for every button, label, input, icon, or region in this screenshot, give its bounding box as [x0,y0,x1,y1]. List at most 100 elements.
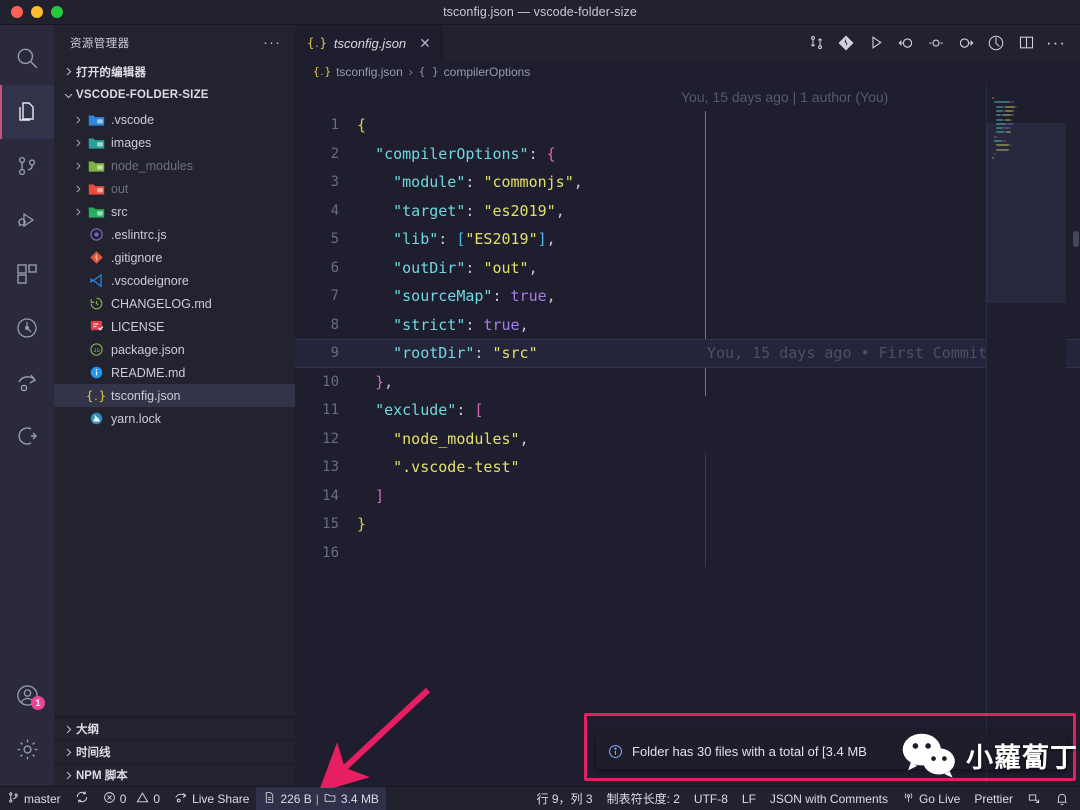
status-folder-size[interactable]: 226 B | 3.4 MB [256,786,386,810]
activity-remote-explorer-icon[interactable] [0,409,54,463]
panel-npm-scripts[interactable]: NPM 脚本 [54,763,295,786]
git-diamond-icon[interactable] [832,25,860,60]
activity-search-icon[interactable] [0,31,54,85]
tree-item-license[interactable]: LICENSE [54,315,295,338]
code-line[interactable]: 9 "rootDir": "src" You, 15 days ago • Fir… [295,339,1080,368]
tree-item-src[interactable]: src [54,200,295,223]
ellipsis-icon[interactable]: ··· [1042,25,1070,60]
status-go-live-label: Go Live [918,791,961,806]
explorer-sidebar: 资源管理器 ··· 打开的编辑器 VSCODE-FOLDER-SIZE .vsc… [54,25,295,786]
panel-outline-label: 大纲 [76,724,99,736]
status-sync-changes[interactable] [68,787,96,810]
panel-outline[interactable]: 大纲 [54,717,295,740]
editor-vertical-scrollbar[interactable] [1066,83,1080,786]
code-line[interactable]: 14 ] [295,482,1080,511]
minimap-line [995,105,1004,108]
status-remote-branch[interactable]: master [0,787,68,810]
tab-tsconfig-json[interactable]: {.} tsconfig.json ✕ [295,25,442,60]
status-notifications-bell-icon[interactable] [1048,787,1080,810]
status-screencast-icon[interactable] [1020,787,1048,810]
code-line[interactable]: 3 "module": "commonjs", [295,168,1080,197]
arrow-circle-left-icon[interactable] [892,25,920,60]
code-line[interactable]: 12 "node_modules", [295,425,1080,454]
code-line[interactable]: 6 "outDir": "out", [295,254,1080,283]
status-language-mode[interactable]: JSON with Comments [763,787,895,810]
minimize-window-button[interactable] [31,6,43,18]
sidebar-title: 资源管理器 [70,37,130,50]
tree-item-gitignore[interactable]: .gitignore [54,246,295,269]
status-indentation-label: 制表符长度: 2 [606,792,680,806]
code-line[interactable]: 15} [295,510,1080,539]
panel-npm-scripts-label: NPM 脚本 [76,770,128,782]
tree-item-label: .vscodeignore [111,273,189,288]
line-number: 2 [330,145,339,162]
breadcrumb-file[interactable]: {.} tsconfig.json [313,65,403,79]
panel-timeline[interactable]: 时间线 [54,740,295,763]
tree-item-yarn-lock[interactable]: yarn.lock [54,407,295,430]
arrow-circle-right-icon[interactable] [952,25,980,60]
tree-item-package-json[interactable]: JS package.json [54,338,295,361]
sidebar-section-open-editors[interactable]: 打开的编辑器 [54,60,295,83]
breadcrumb-symbol[interactable]: { } compilerOptions [419,65,531,79]
line-number: 10 [322,373,339,390]
code-text: { [357,116,367,134]
status-bar: master 0 0 Live Share 226 B | 3.4 MB 行 9… [0,786,1080,810]
window-controls[interactable] [0,6,63,18]
minimap-slider[interactable] [986,123,1066,303]
code-text: } [357,515,367,533]
tab-close-icon[interactable]: ✕ [419,35,431,52]
activity-live-share-icon[interactable] [0,355,54,409]
status-eol[interactable]: LF [735,787,763,810]
sidebar-section-workspace-folder[interactable]: VSCODE-FOLDER-SIZE [54,83,295,107]
activity-test-icon[interactable] [0,301,54,355]
split-editor-icon[interactable] [1012,25,1040,60]
code-line[interactable]: 4 "target": "es2019", [295,197,1080,226]
tree-item-images[interactable]: images [54,131,295,154]
tree-item-vscodeignore[interactable]: .vscodeignore [54,269,295,292]
tree-item-label: images [111,135,152,150]
compare-changes-icon[interactable] [802,25,830,60]
sidebar-more-actions-icon[interactable]: ··· [253,34,291,51]
code-line[interactable]: 8 "strict": true, [295,311,1080,340]
clock-circle-icon[interactable] [982,25,1010,60]
tree-item-node-modules[interactable]: node_modules [54,154,295,177]
play-icon[interactable] [862,25,890,60]
status-problems[interactable]: 0 0 [96,787,167,810]
circle-dash-icon[interactable] [922,25,950,60]
activity-settings-gear-icon[interactable] [0,722,54,776]
status-encoding[interactable]: UTF-8 [687,787,735,810]
activity-run-debug-icon[interactable] [0,193,54,247]
code-editor[interactable]: You, 15 days ago | 1 author (You) 1{2 "c… [295,83,1080,786]
tree-item-tsconfig-json[interactable]: {.} tsconfig.json [54,384,295,407]
code-line[interactable]: 7 "sourceMap": true, [295,282,1080,311]
status-live-share-label: Live Share [192,791,250,806]
close-window-button[interactable] [11,6,23,18]
wechat-icon [902,733,955,778]
activity-explorer-icon[interactable] [0,85,54,139]
code-line[interactable]: 13 ".vscode-test" [295,453,1080,482]
code-line[interactable]: 2 "compilerOptions": { [295,140,1080,169]
tree-item-readme-md[interactable]: README.md [54,361,295,384]
code-line[interactable]: 11 "exclude": [ [295,396,1080,425]
activity-extensions-icon[interactable] [0,247,54,301]
maximize-window-button[interactable] [51,6,63,18]
code-line[interactable]: 10 }, [295,368,1080,397]
status-go-live[interactable]: Go Live [895,787,967,810]
chevron-right-icon [60,744,76,760]
status-live-share[interactable]: Live Share [167,787,256,810]
tree-item-changelog-md[interactable]: CHANGELOG.md [54,292,295,315]
window-title: tsconfig.json — vscode-folder-size [443,5,637,19]
code-line[interactable]: 5 "lib": ["ES2019"], [295,225,1080,254]
status-prettier[interactable]: Prettier [967,787,1020,810]
code-line[interactable]: 16 [295,539,1080,568]
minimap[interactable] [986,83,1066,786]
tree-item-eslintrc-js[interactable]: .eslintrc.js [54,223,295,246]
activity-source-control-icon[interactable] [0,139,54,193]
status-cursor-position[interactable]: 行 9，列 3 [530,787,600,810]
activity-account-icon[interactable]: 1 [0,668,54,722]
status-indentation[interactable]: 制表符长度: 2 [600,787,687,810]
tree-item-out[interactable]: out [54,177,295,200]
tree-item-vscode[interactable]: .vscode [54,108,295,131]
code-line[interactable]: 1{ [295,111,1080,140]
code-text: "module": "commonjs", [393,173,583,191]
